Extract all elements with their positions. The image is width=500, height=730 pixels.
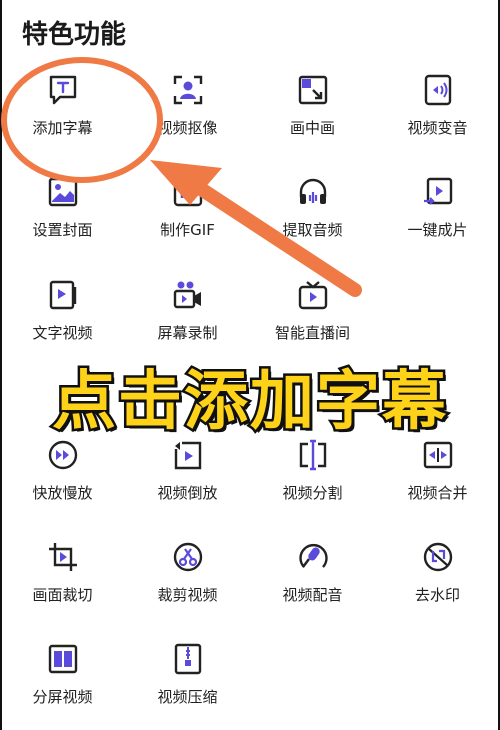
feature-label: 视频压缩	[157, 688, 218, 706]
feature-label: 裁剪视频	[157, 586, 218, 604]
feature-text-video[interactable]: 文字视频	[0, 278, 125, 343]
live-tv-icon	[298, 281, 327, 310]
feature-label: 快放慢放	[32, 484, 93, 502]
feature-label: 智能直播间	[274, 324, 350, 342]
feature-split[interactable]: 视频分割	[250, 438, 375, 503]
text-video-icon	[49, 280, 76, 310]
feature-label: 视频分割	[282, 484, 343, 502]
feature-trim[interactable]: 裁剪视频	[125, 540, 250, 605]
gif-icon	[173, 177, 202, 207]
feature-portrait-cutout[interactable]: 视频抠像	[125, 73, 250, 138]
feature-label: 视频抠像	[157, 119, 218, 137]
feature-picture-in-picture[interactable]: 画中画	[250, 73, 375, 138]
feature-make-gif[interactable]: 制作GIF	[125, 175, 250, 240]
feature-crop[interactable]: 画面裁切	[0, 540, 125, 605]
feature-label: 屏幕录制	[157, 324, 218, 342]
feature-add-subtitle[interactable]: 添加字幕	[0, 73, 125, 138]
voice-change-icon	[424, 74, 451, 106]
feature-live-room[interactable]: 智能直播间	[250, 278, 375, 343]
feature-label: 画面裁切	[32, 586, 93, 604]
dubbing-icon	[298, 544, 328, 568]
headphones-icon	[299, 178, 326, 204]
feature-merge[interactable]: 视频合并	[375, 438, 500, 503]
one-click-video-icon	[423, 177, 452, 205]
split-icon	[299, 439, 326, 471]
trim-icon	[173, 542, 202, 572]
compress-icon	[174, 643, 201, 675]
picture-in-picture-icon	[298, 75, 327, 105]
remove-watermark-icon	[423, 542, 452, 572]
feature-label: 去水印	[414, 586, 460, 604]
feature-voice-change[interactable]: 视频变音	[375, 73, 500, 138]
feature-reverse[interactable]: 视频倒放	[125, 438, 250, 503]
feature-screen-record[interactable]: 屏幕录制	[125, 278, 250, 343]
feature-speed[interactable]: 快放慢放	[0, 438, 125, 503]
feature-label: 文字视频	[32, 324, 93, 342]
speed-icon	[48, 440, 77, 470]
feature-label: 制作GIF	[160, 221, 215, 239]
feature-label: 画中画	[289, 119, 335, 137]
feature-label: 视频合并	[407, 484, 468, 502]
feature-dubbing[interactable]: 视频配音	[250, 540, 375, 605]
subtitle-icon	[49, 75, 76, 105]
cover-icon	[48, 177, 77, 207]
feature-compress[interactable]: 视频压缩	[125, 642, 250, 707]
feature-label: 设置封面	[32, 221, 93, 239]
split-screen-icon	[48, 644, 77, 674]
feature-remove-watermark[interactable]: 去水印	[375, 540, 500, 605]
feature-label: 视频配音	[282, 586, 343, 604]
feature-split-screen[interactable]: 分屏视频	[0, 642, 125, 707]
crop-icon	[48, 543, 77, 571]
feature-set-cover[interactable]: 设置封面	[0, 175, 125, 240]
instruction-overlay-text: 点击添加字幕	[50, 363, 449, 442]
feature-label: 分屏视频	[32, 688, 93, 706]
merge-icon	[423, 441, 452, 469]
screen-record-icon	[173, 281, 201, 309]
feature-label: 一键成片	[407, 221, 468, 239]
portrait-cutout-icon	[173, 75, 202, 105]
feature-one-click-video[interactable]: 一键成片	[375, 175, 500, 240]
feature-label: 添加字幕	[32, 119, 93, 137]
reverse-icon	[174, 441, 201, 470]
feature-extract-audio[interactable]: 提取音频	[250, 175, 375, 240]
feature-label: 提取音频	[282, 221, 343, 239]
feature-label: 视频倒放	[157, 484, 218, 502]
feature-label: 视频变音	[407, 119, 468, 137]
